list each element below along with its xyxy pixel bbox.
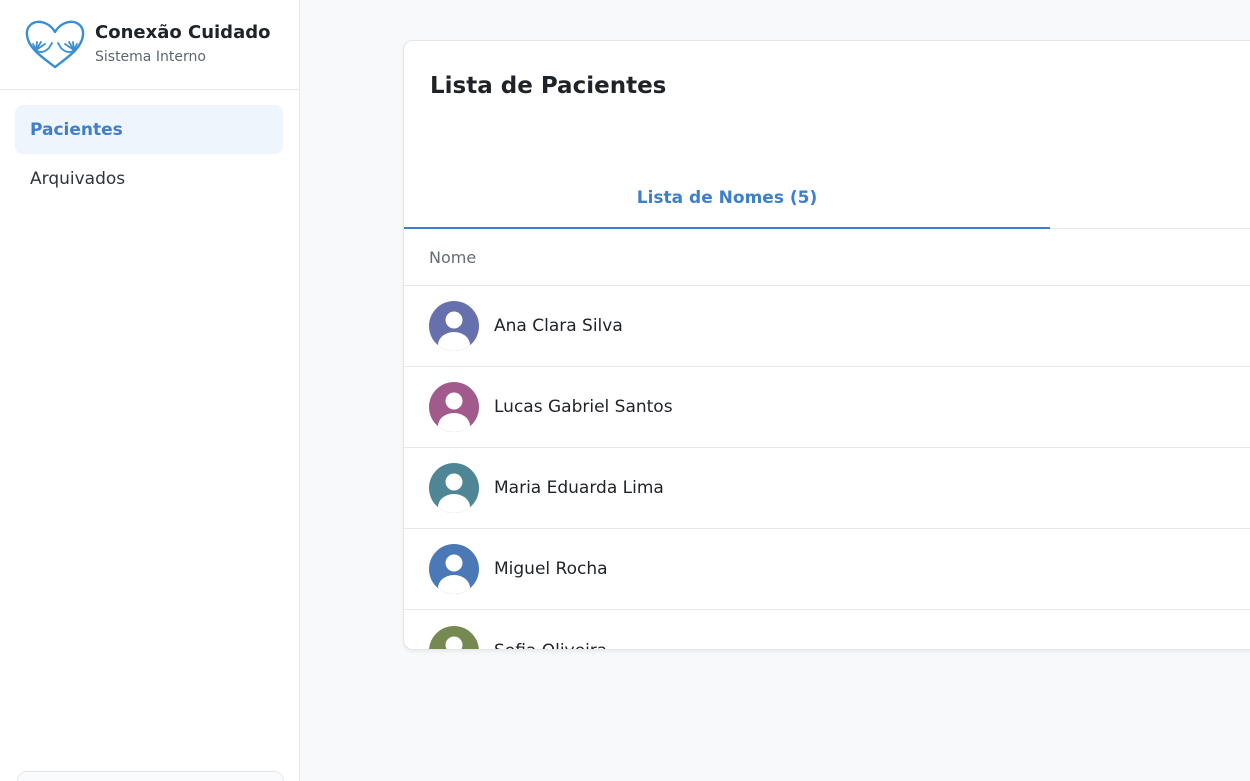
table-row[interactable]: Sofia Oliveira — [404, 610, 1250, 650]
sidebar-footer-panel — [17, 771, 284, 781]
avatar-icon — [429, 544, 479, 594]
brand-title: Conexão Cuidado — [95, 22, 271, 43]
brand-header: Conexão Cuidado Sistema Interno — [0, 0, 299, 90]
sidebar-item-arquivados[interactable]: Arquivados — [15, 154, 283, 203]
table-row[interactable]: Lucas Gabriel Santos — [404, 367, 1250, 448]
patient-list: Ana Clara Silva Lucas Gabriel Santos Mar… — [404, 286, 1250, 650]
column-header-nome: Nome — [404, 230, 1250, 286]
patient-name: Ana Clara Silva — [494, 316, 623, 336]
table-row[interactable]: Ana Clara Silva — [404, 286, 1250, 367]
brand-subtitle: Sistema Interno — [95, 49, 206, 65]
patient-name: Miguel Rocha — [494, 559, 608, 579]
tab-bar: Lista de Nomes (5) — [404, 169, 1250, 229]
brand-text: Conexão Cuidado Sistema Interno — [95, 22, 270, 67]
sidebar: Conexão Cuidado Sistema Interno Paciente… — [0, 0, 300, 781]
avatar-icon — [429, 463, 479, 513]
table-row[interactable]: Maria Eduarda Lima — [404, 448, 1250, 529]
patient-name: Lucas Gabriel Santos — [494, 397, 673, 417]
sidebar-item-pacientes[interactable]: Pacientes — [15, 105, 283, 154]
patients-card: Lista de Pacientes Lista de Nomes (5) No… — [403, 40, 1250, 650]
sidebar-item-label: Arquivados — [30, 168, 126, 189]
heart-hands-icon — [25, 20, 85, 68]
avatar-icon — [429, 625, 479, 649]
tab-lista-de-nomes[interactable]: Lista de Nomes (5) — [404, 169, 1050, 229]
table-row[interactable]: Miguel Rocha — [404, 529, 1250, 610]
avatar-icon — [429, 301, 479, 351]
page-title: Lista de Pacientes — [430, 73, 667, 99]
avatar-icon — [429, 382, 479, 432]
column-header-label: Nome — [429, 248, 477, 267]
sidebar-item-label: Pacientes — [30, 119, 123, 140]
patient-name: Sofia Oliveira — [494, 641, 607, 650]
sidebar-nav: Pacientes Arquivados — [0, 90, 299, 203]
tab-label: Lista de Nomes (5) — [636, 188, 818, 208]
patient-name: Maria Eduarda Lima — [494, 478, 664, 498]
